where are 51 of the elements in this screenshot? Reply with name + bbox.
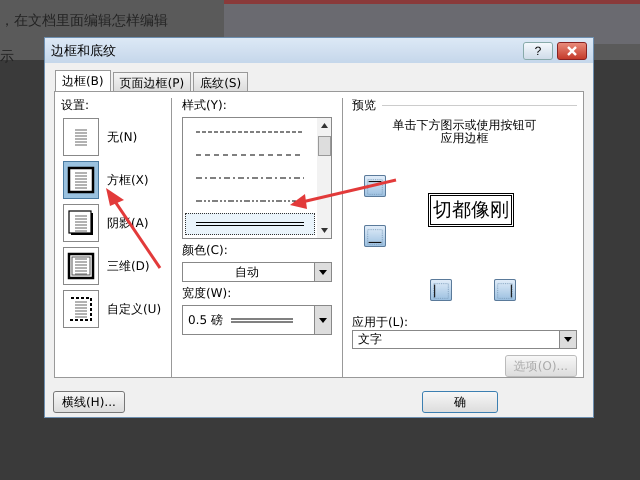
ok-button[interactable]: 确 (422, 391, 498, 413)
border-toggle-button[interactable] (430, 279, 452, 301)
preview-hint: 应用边框 (440, 132, 490, 145)
preview-label: 预览 (352, 98, 376, 113)
setting-label: 三维(D) (107, 258, 150, 274)
tab[interactable]: 边框(B) (55, 70, 111, 91)
scroll-thumb[interactable] (318, 136, 330, 156)
page-border-icon (67, 295, 95, 323)
line-sample-icon (196, 174, 304, 181)
preview-hint: 单击下方图示或使用按钮可 (392, 119, 538, 132)
width-dropdown[interactable]: 0.5 磅 (182, 305, 332, 335)
line-sample-icon (196, 221, 304, 228)
page-border-icon (67, 209, 95, 237)
line-style-list[interactable] (182, 117, 332, 239)
line-sample-icon (230, 318, 293, 322)
apply-to-label: 应用于(L): (352, 315, 410, 330)
setting-label: 自定义(U) (107, 300, 162, 318)
caret-icon (319, 270, 327, 274)
page-border-icon (67, 166, 95, 194)
caret-icon (564, 337, 572, 342)
caret-icon (319, 318, 327, 322)
border-toggle-button[interactable] (494, 279, 516, 301)
down-arrow-icon (320, 228, 328, 233)
line-style-option[interactable] (185, 213, 315, 236)
border-setting-button[interactable] (63, 290, 99, 328)
horizontal-line-button[interactable]: 横线(H)... (53, 391, 125, 413)
border-toggle-button[interactable] (364, 225, 386, 247)
width-label: 宽度(W): (182, 286, 232, 301)
close-icon (566, 46, 578, 56)
border-setting-button[interactable] (63, 204, 99, 242)
style-label: 样式(Y): (182, 98, 228, 113)
background-text: ，在文档里面编辑怎样编辑 (0, 12, 168, 30)
setting-label: 方框(X) (107, 172, 149, 188)
apply-to-dropdown[interactable]: 文字 (352, 330, 577, 349)
help-button[interactable]: ? (523, 42, 553, 60)
window-title: 边框和底纹 (51, 42, 117, 60)
background-text: 示 (0, 48, 14, 66)
color-dropdown[interactable]: 自动 (182, 262, 332, 282)
close-button[interactable] (557, 42, 587, 60)
up-arrow-icon (320, 123, 328, 128)
preview-sample-text: 切都像刚 (428, 193, 514, 227)
color-label: 颜色(C): (182, 243, 229, 258)
border-setting-button[interactable] (63, 161, 99, 199)
tab[interactable]: 页面边框(P) (112, 72, 192, 91)
setting-label: 无(N) (107, 128, 138, 146)
line-sample-icon (196, 128, 304, 135)
page-border-icon (67, 252, 95, 280)
scrollbar[interactable] (317, 118, 331, 238)
border-setting-button[interactable] (63, 247, 99, 285)
tab[interactable]: 底纹(S) (193, 72, 248, 91)
settings-label: 设置: (61, 98, 90, 113)
